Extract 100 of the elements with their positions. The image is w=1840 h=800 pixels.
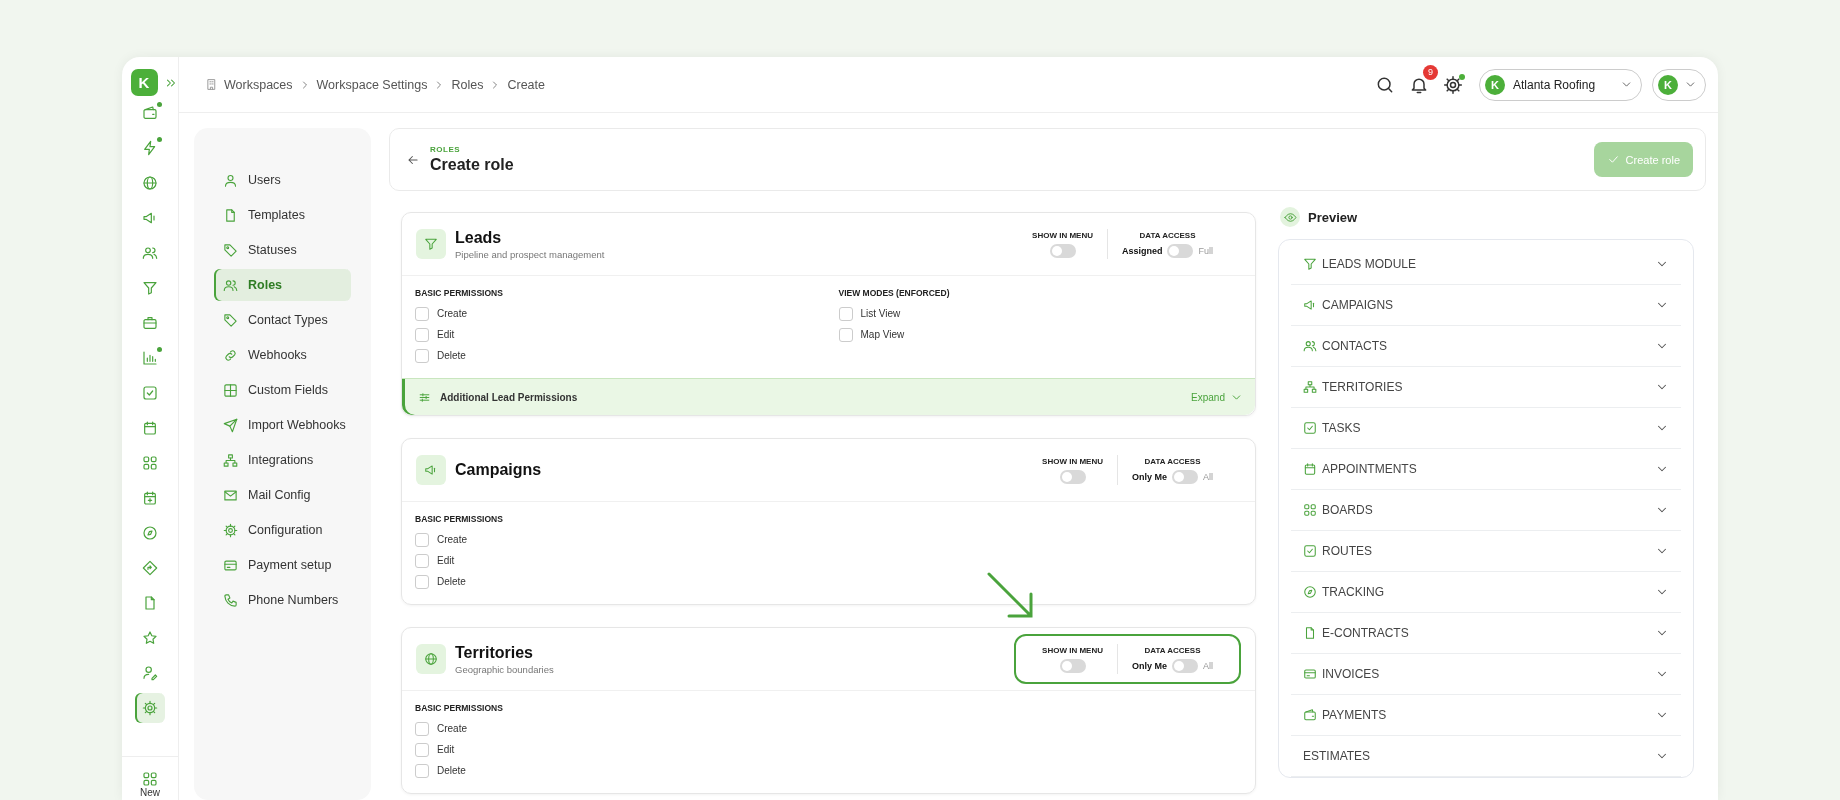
chart-icon bbox=[142, 350, 158, 366]
checkbox[interactable] bbox=[415, 553, 429, 568]
section-heading: BASIC PERMISSIONS bbox=[415, 288, 504, 298]
checkbox[interactable] bbox=[415, 532, 429, 547]
toggle-switch[interactable] bbox=[1167, 243, 1194, 258]
wallet-icon bbox=[1303, 708, 1317, 722]
settings-menu-item[interactable]: Integrations bbox=[214, 444, 351, 476]
notification-count: 9 bbox=[1423, 64, 1438, 80]
checkbox[interactable] bbox=[415, 721, 429, 736]
tag-icon bbox=[223, 242, 238, 258]
checkbox-label: Create bbox=[437, 723, 467, 734]
checkbox[interactable] bbox=[415, 574, 429, 589]
checkbox[interactable] bbox=[415, 306, 429, 321]
settings-menu-item[interactable]: Contact Types bbox=[214, 304, 351, 336]
breadcrumb-link[interactable]: Workspaces bbox=[224, 77, 293, 92]
sliders-icon bbox=[418, 390, 431, 404]
document-icon bbox=[142, 595, 158, 611]
preview-module-row[interactable]: ESTIMATES bbox=[1291, 736, 1681, 777]
preview-module-row[interactable]: APPOINTMENTS bbox=[1291, 449, 1681, 490]
grid-icon bbox=[142, 771, 158, 787]
section-heading: BASIC PERMISSIONS bbox=[415, 514, 504, 524]
control-label: DATA ACCESS bbox=[1144, 645, 1201, 655]
checkbox[interactable] bbox=[838, 306, 853, 321]
settings-menu-item[interactable]: Phone Numbers bbox=[214, 584, 351, 616]
settings-menu-item[interactable]: Mail Config bbox=[214, 479, 351, 511]
checkbox[interactable] bbox=[415, 327, 429, 342]
preview-module-row[interactable]: ROUTES bbox=[1291, 531, 1681, 572]
module-title: Territories bbox=[455, 643, 534, 662]
preview-module-row[interactable]: INVOICES bbox=[1291, 654, 1681, 695]
funnel-icon bbox=[142, 280, 158, 296]
checkbox-square-icon bbox=[142, 385, 158, 401]
control-label: DATA ACCESS bbox=[1139, 230, 1196, 240]
preview-module-row[interactable]: BOARDS bbox=[1291, 490, 1681, 531]
settings-icon bbox=[223, 522, 238, 538]
globe-icon bbox=[424, 652, 438, 666]
additional-permissions-bar[interactable]: Additional Lead Permissions Expand bbox=[402, 378, 1255, 415]
settings-menu-item[interactable]: Templates bbox=[214, 199, 351, 231]
briefcase-icon bbox=[142, 315, 158, 331]
breadcrumb-link[interactable]: Create bbox=[507, 77, 545, 92]
settings-menu-item[interactable]: Import Webhooks bbox=[214, 409, 351, 441]
checkbox-square-icon bbox=[1303, 544, 1317, 558]
checkbox-label: List View bbox=[860, 308, 901, 319]
section-heading: BASIC PERMISSIONS bbox=[415, 703, 504, 713]
settings-menu-item[interactable]: Payment setup bbox=[214, 549, 351, 581]
checkbox-label: Delete bbox=[437, 765, 466, 776]
grid-icon bbox=[1303, 503, 1317, 517]
breadcrumb-link[interactable]: Roles bbox=[451, 77, 484, 92]
checkbox-label: Delete bbox=[437, 576, 466, 587]
calendar-plus-icon bbox=[142, 490, 158, 506]
hierarchy-icon bbox=[1303, 380, 1317, 394]
star-icon bbox=[142, 630, 158, 646]
settings-menu-item[interactable]: Configuration bbox=[214, 514, 351, 546]
checkbox-label: Edit bbox=[437, 744, 455, 755]
phone-icon bbox=[223, 592, 238, 608]
checkbox[interactable] bbox=[415, 742, 429, 757]
megaphone-icon bbox=[424, 463, 438, 477]
access-option: All bbox=[1203, 660, 1213, 671]
direction-sign-icon bbox=[142, 560, 158, 576]
preview-module-row[interactable]: TERRITORIES bbox=[1291, 367, 1681, 408]
module-title: Leads bbox=[455, 228, 503, 247]
preview-module-row[interactable]: TASKS bbox=[1291, 408, 1681, 449]
module-title: Campaigns bbox=[455, 461, 542, 479]
tag-icon bbox=[223, 312, 238, 328]
document-icon bbox=[1303, 626, 1317, 640]
preview-module-row[interactable]: LEADS MODULE bbox=[1291, 244, 1681, 285]
toggle-switch[interactable] bbox=[1059, 658, 1086, 673]
compass-icon bbox=[1303, 585, 1317, 599]
megaphone-icon bbox=[1303, 298, 1317, 312]
breadcrumb-link[interactable]: Workspace Settings bbox=[316, 77, 428, 92]
users-icon bbox=[142, 245, 158, 261]
page-title: Create role bbox=[430, 156, 514, 174]
preview-module-row[interactable]: E-CONTRACTS bbox=[1291, 613, 1681, 654]
new-label[interactable]: New bbox=[140, 787, 160, 798]
megaphone-icon bbox=[142, 210, 158, 226]
checkbox[interactable] bbox=[415, 348, 429, 363]
calendar-icon bbox=[1303, 462, 1317, 476]
section-heading: VIEW MODES (ENFORCED) bbox=[838, 288, 951, 298]
link-icon bbox=[223, 347, 238, 363]
compass-icon bbox=[142, 525, 158, 541]
preview-module-row[interactable]: TRACKING bbox=[1291, 572, 1681, 613]
access-option: Full bbox=[1198, 245, 1213, 256]
grid-icon bbox=[142, 455, 158, 471]
preview-module-row[interactable]: CONTACTS bbox=[1291, 326, 1681, 367]
toggle-switch[interactable] bbox=[1059, 469, 1086, 484]
checkbox[interactable] bbox=[838, 327, 853, 342]
settings-menu-item[interactable]: Roles bbox=[214, 269, 351, 301]
settings-menu-item[interactable]: Statuses bbox=[214, 234, 351, 266]
mail-icon bbox=[223, 487, 238, 503]
control-label: SHOW IN MENU bbox=[1042, 645, 1103, 655]
settings-button[interactable] bbox=[1441, 72, 1465, 97]
nav-item[interactable] bbox=[135, 693, 165, 723]
preview-module-row[interactable]: PAYMENTS bbox=[1291, 695, 1681, 736]
preview-module-row[interactable]: CAMPAIGNS bbox=[1291, 285, 1681, 326]
settings-menu-item[interactable]: Custom Fields bbox=[214, 374, 351, 406]
settings-menu-item[interactable]: Webhooks bbox=[214, 339, 351, 371]
settings-menu-item[interactable]: Users bbox=[214, 164, 351, 196]
toggle-switch[interactable] bbox=[1172, 658, 1198, 673]
toggle-switch[interactable] bbox=[1172, 469, 1198, 484]
toggle-switch[interactable] bbox=[1049, 243, 1076, 258]
checkbox[interactable] bbox=[415, 763, 429, 778]
